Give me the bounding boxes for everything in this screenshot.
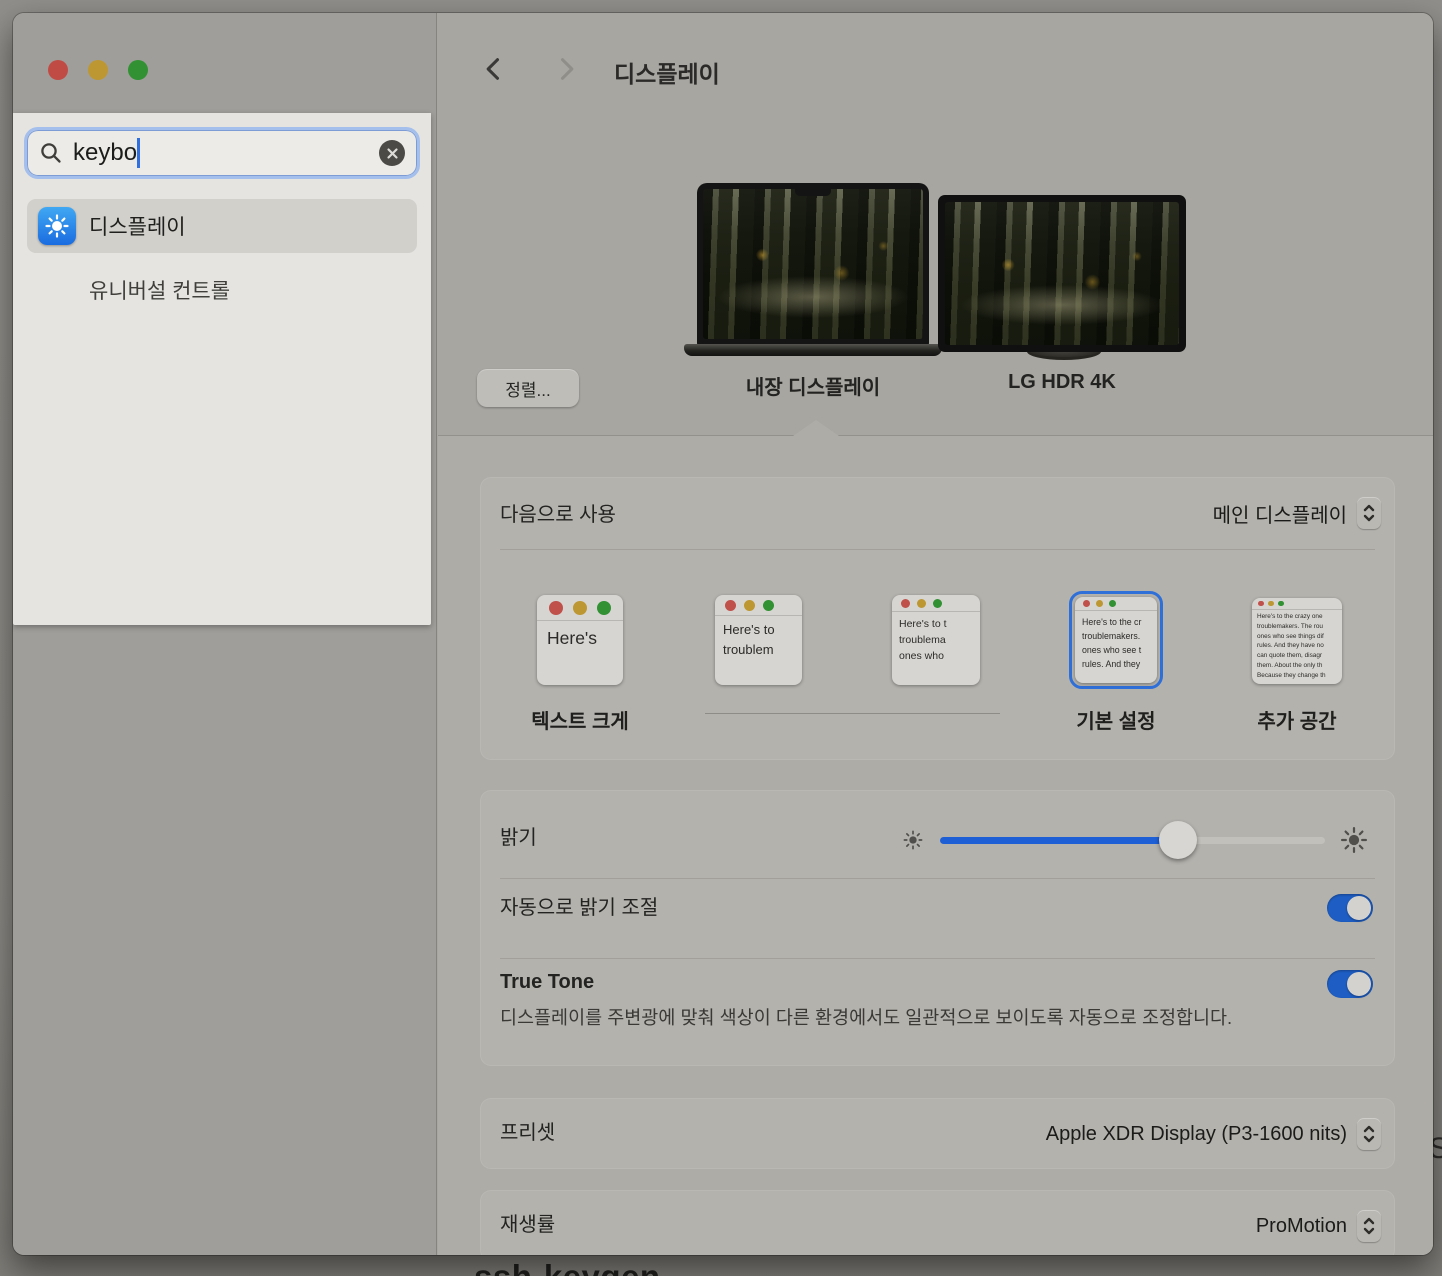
- back-button[interactable]: [480, 55, 508, 83]
- brightness-low-icon: [902, 829, 924, 851]
- scaling-label-larger-text: 텍스트 크게: [500, 705, 660, 734]
- display-thumbnail-builtin[interactable]: [697, 183, 929, 345]
- wallpaper-image: [703, 189, 923, 339]
- mini-text-line: Here's to: [723, 620, 802, 640]
- scaling-option-2[interactable]: Here's to troublem: [715, 595, 802, 685]
- scaling-label-default: 기본 설정: [1036, 705, 1196, 734]
- use-as-popup[interactable]: 메인 디스플레이: [1213, 497, 1381, 529]
- divider: [500, 878, 1375, 879]
- use-as-value: 메인 디스플레이: [1213, 499, 1347, 528]
- forward-button[interactable]: [552, 55, 580, 83]
- mini-text-line: troublem: [723, 640, 802, 660]
- use-as-label: 다음으로 사용: [500, 501, 616, 529]
- mini-text-line: Here's to t: [899, 616, 980, 632]
- laptop-notch: [795, 188, 831, 196]
- search-result-label: 유니버설 컨트롤: [89, 275, 230, 305]
- display-name-lg: LG HDR 4K: [932, 371, 1192, 394]
- group-use-as-scaling: 다음으로 사용 메인 디스플레이: [480, 477, 1395, 760]
- mini-text-line: troublemakers.: [1082, 629, 1157, 643]
- mini-text-line: troublemakers. The rou: [1257, 622, 1342, 632]
- true-tone-label: True Tone: [500, 968, 594, 996]
- search-input-value: keybo: [73, 139, 137, 167]
- wallpaper-image: [945, 202, 1179, 345]
- preset-value: Apple XDR Display (P3-1600 nits): [1046, 1123, 1347, 1146]
- scaling-option-more-space[interactable]: Here's to the crazy one troublemakers. T…: [1252, 598, 1342, 684]
- mini-text-line: ones who: [899, 648, 980, 664]
- mini-text-line: ones who see things dif: [1257, 632, 1342, 642]
- search-result-label: 디스플레이: [89, 211, 186, 241]
- brightness-label: 밝기: [500, 824, 537, 852]
- mini-text-line: Because they change th: [1257, 671, 1342, 681]
- chevron-up-down-icon: [1357, 1118, 1381, 1150]
- mini-text-line: can quote them, disagr: [1257, 651, 1342, 661]
- auto-brightness-toggle[interactable]: [1327, 894, 1373, 922]
- display-brightness-icon: [38, 207, 76, 245]
- search-result-display[interactable]: 디스플레이: [27, 199, 417, 253]
- minimize-button[interactable]: [88, 60, 108, 80]
- close-icon: [386, 147, 399, 160]
- scaling-option-larger-text[interactable]: Here's: [537, 595, 623, 685]
- content-pane: 디스플레이 내장 디스플레이 LG HDR 4K 정렬... 다음으로 사용: [438, 13, 1433, 1255]
- laptop-base: [684, 344, 942, 356]
- preset-label: 프리셋: [500, 1119, 555, 1147]
- desktop-background-text: ssh-keygen: [474, 1258, 661, 1276]
- text-caret: [137, 138, 140, 168]
- brightness-slider-fill: [940, 837, 1179, 844]
- brightness-high-icon: [1340, 826, 1368, 854]
- scaling-option-default[interactable]: Here's to the cr troublemakers. ones who…: [1075, 597, 1157, 683]
- refresh-rate-label: 재생률: [500, 1211, 555, 1239]
- scaling-connector-line: [705, 713, 1000, 714]
- search-icon: [39, 141, 63, 165]
- brightness-slider-knob[interactable]: [1159, 821, 1197, 859]
- page-title: 디스플레이: [614, 55, 720, 89]
- zoom-button[interactable]: [128, 60, 148, 80]
- mini-text-line: Here's: [547, 626, 623, 651]
- toggle-knob: [1347, 972, 1371, 996]
- group-brightness: 밝기: [480, 790, 1395, 1066]
- true-tone-description: 디스플레이를 주변광에 맞춰 색상이 다른 환경에서도 일관적으로 보이도록 자…: [500, 1002, 1242, 1033]
- mini-text-line: them. About the only th: [1257, 661, 1342, 671]
- chevron-up-down-icon: [1357, 1210, 1381, 1242]
- search-results-panel: keybo: [13, 113, 431, 625]
- group-preset: 프리셋 Apple XDR Display (P3-1600 nits): [480, 1098, 1395, 1169]
- preset-popup[interactable]: Apple XDR Display (P3-1600 nits): [1046, 1118, 1381, 1150]
- mini-text-line: Here's to the cr: [1082, 615, 1157, 629]
- display-name-builtin: 내장 디스플레이: [683, 371, 943, 400]
- toggle-knob: [1347, 896, 1371, 920]
- chevron-left-icon: [480, 55, 508, 83]
- scaling-option-3[interactable]: Here's to t troublema ones who: [892, 595, 980, 685]
- divider: [500, 549, 1375, 550]
- mini-text-line: troublema: [899, 632, 980, 648]
- clear-search-button[interactable]: [379, 140, 405, 166]
- divider: [500, 958, 1375, 959]
- chevron-up-down-icon: [1357, 497, 1381, 529]
- selected-display-pointer: [793, 420, 839, 436]
- refresh-rate-popup[interactable]: ProMotion: [1256, 1210, 1381, 1242]
- mini-text-line: Here's to the crazy one: [1257, 612, 1342, 622]
- group-refresh-rate: 재생률 ProMotion: [480, 1190, 1395, 1255]
- search-input[interactable]: keybo: [24, 127, 420, 179]
- system-settings-window: keybo: [13, 13, 1433, 1255]
- display-thumbnail-lg-hdr-4k[interactable]: [938, 195, 1186, 352]
- settings-body: 다음으로 사용 메인 디스플레이: [438, 436, 1433, 1255]
- refresh-rate-value: ProMotion: [1256, 1215, 1347, 1238]
- chevron-right-icon: [552, 55, 580, 83]
- close-button[interactable]: [48, 60, 68, 80]
- arrange-button[interactable]: 정렬...: [477, 369, 579, 407]
- search-result-universal-control[interactable]: 유니버설 컨트롤: [27, 263, 417, 317]
- brightness-slider[interactable]: [940, 837, 1325, 844]
- sidebar: keybo: [13, 13, 437, 1255]
- auto-brightness-label: 자동으로 밝기 조절: [500, 894, 658, 922]
- scaling-label-more-space: 추가 공간: [1217, 705, 1377, 734]
- mini-text-line: rules. And they have no: [1257, 641, 1342, 651]
- desktop: ssh-keygen S keybo: [0, 0, 1442, 1276]
- mini-text-line: rules. And they: [1082, 657, 1157, 671]
- true-tone-toggle[interactable]: [1327, 970, 1373, 998]
- window-controls: [48, 60, 148, 80]
- mini-text-line: ones who see t: [1082, 643, 1157, 657]
